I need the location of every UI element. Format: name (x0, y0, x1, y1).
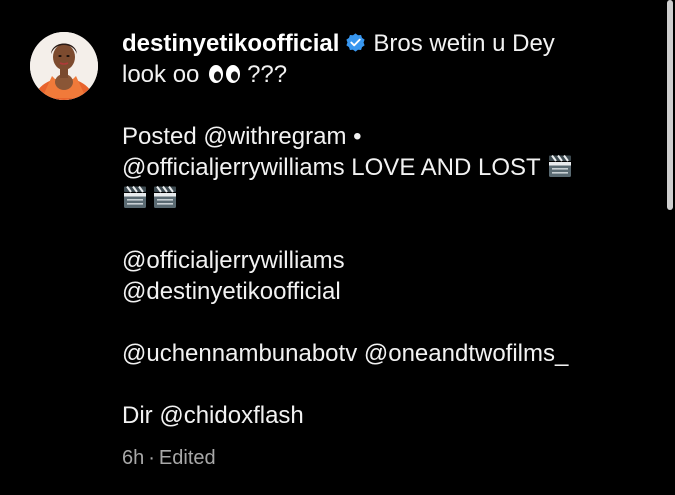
avatar-image (30, 32, 98, 100)
caption-text-cont: look oo (122, 61, 200, 88)
caption-text: Bros wetin u Dey (373, 30, 555, 57)
verified-badge-icon (344, 31, 367, 54)
credit-text: @officialjerrywilliams LOVE AND LOST (122, 154, 541, 181)
caption-line-1: destinyetikoofficial Bros wetin u Dey (122, 28, 642, 59)
clapper-row (122, 183, 642, 214)
comment-thread-item: destinyetikoofficial Bros wetin u Dey loo… (0, 0, 675, 495)
post-timestamp: 6h (122, 447, 145, 469)
mentions-line[interactable]: @uchennambunabotv @oneandtwofilms_ (122, 338, 642, 369)
director-line: Dir @chidoxflash (122, 402, 304, 429)
mention-link[interactable]: @officialjerrywilliams (122, 245, 642, 276)
caption-question-marks: ??? (247, 61, 288, 88)
post-caption: destinyetikoofficial Bros wetin u Dey loo… (122, 28, 642, 431)
clapper-board-icon (547, 153, 573, 179)
caption-line-2: look oo ??? (122, 59, 642, 90)
eyes-emoji-icon (208, 64, 241, 84)
clapper-board-icon (122, 184, 148, 210)
credit-line: @officialjerrywilliams LOVE AND LOST (122, 152, 642, 183)
scrollbar-thumb[interactable] (667, 0, 673, 210)
scrollbar[interactable] (667, 0, 675, 495)
mention-link[interactable]: @destinyetikoofficial (122, 276, 642, 307)
meta-separator: · (148, 447, 155, 469)
posted-line: Posted @withregram • (122, 123, 362, 150)
author-username[interactable]: destinyetikoofficial (122, 30, 339, 57)
edited-label: Edited (158, 447, 216, 469)
profile-avatar[interactable] (30, 32, 98, 100)
post-meta: 6h · Edited (122, 447, 216, 470)
clapper-board-icon (152, 184, 178, 210)
